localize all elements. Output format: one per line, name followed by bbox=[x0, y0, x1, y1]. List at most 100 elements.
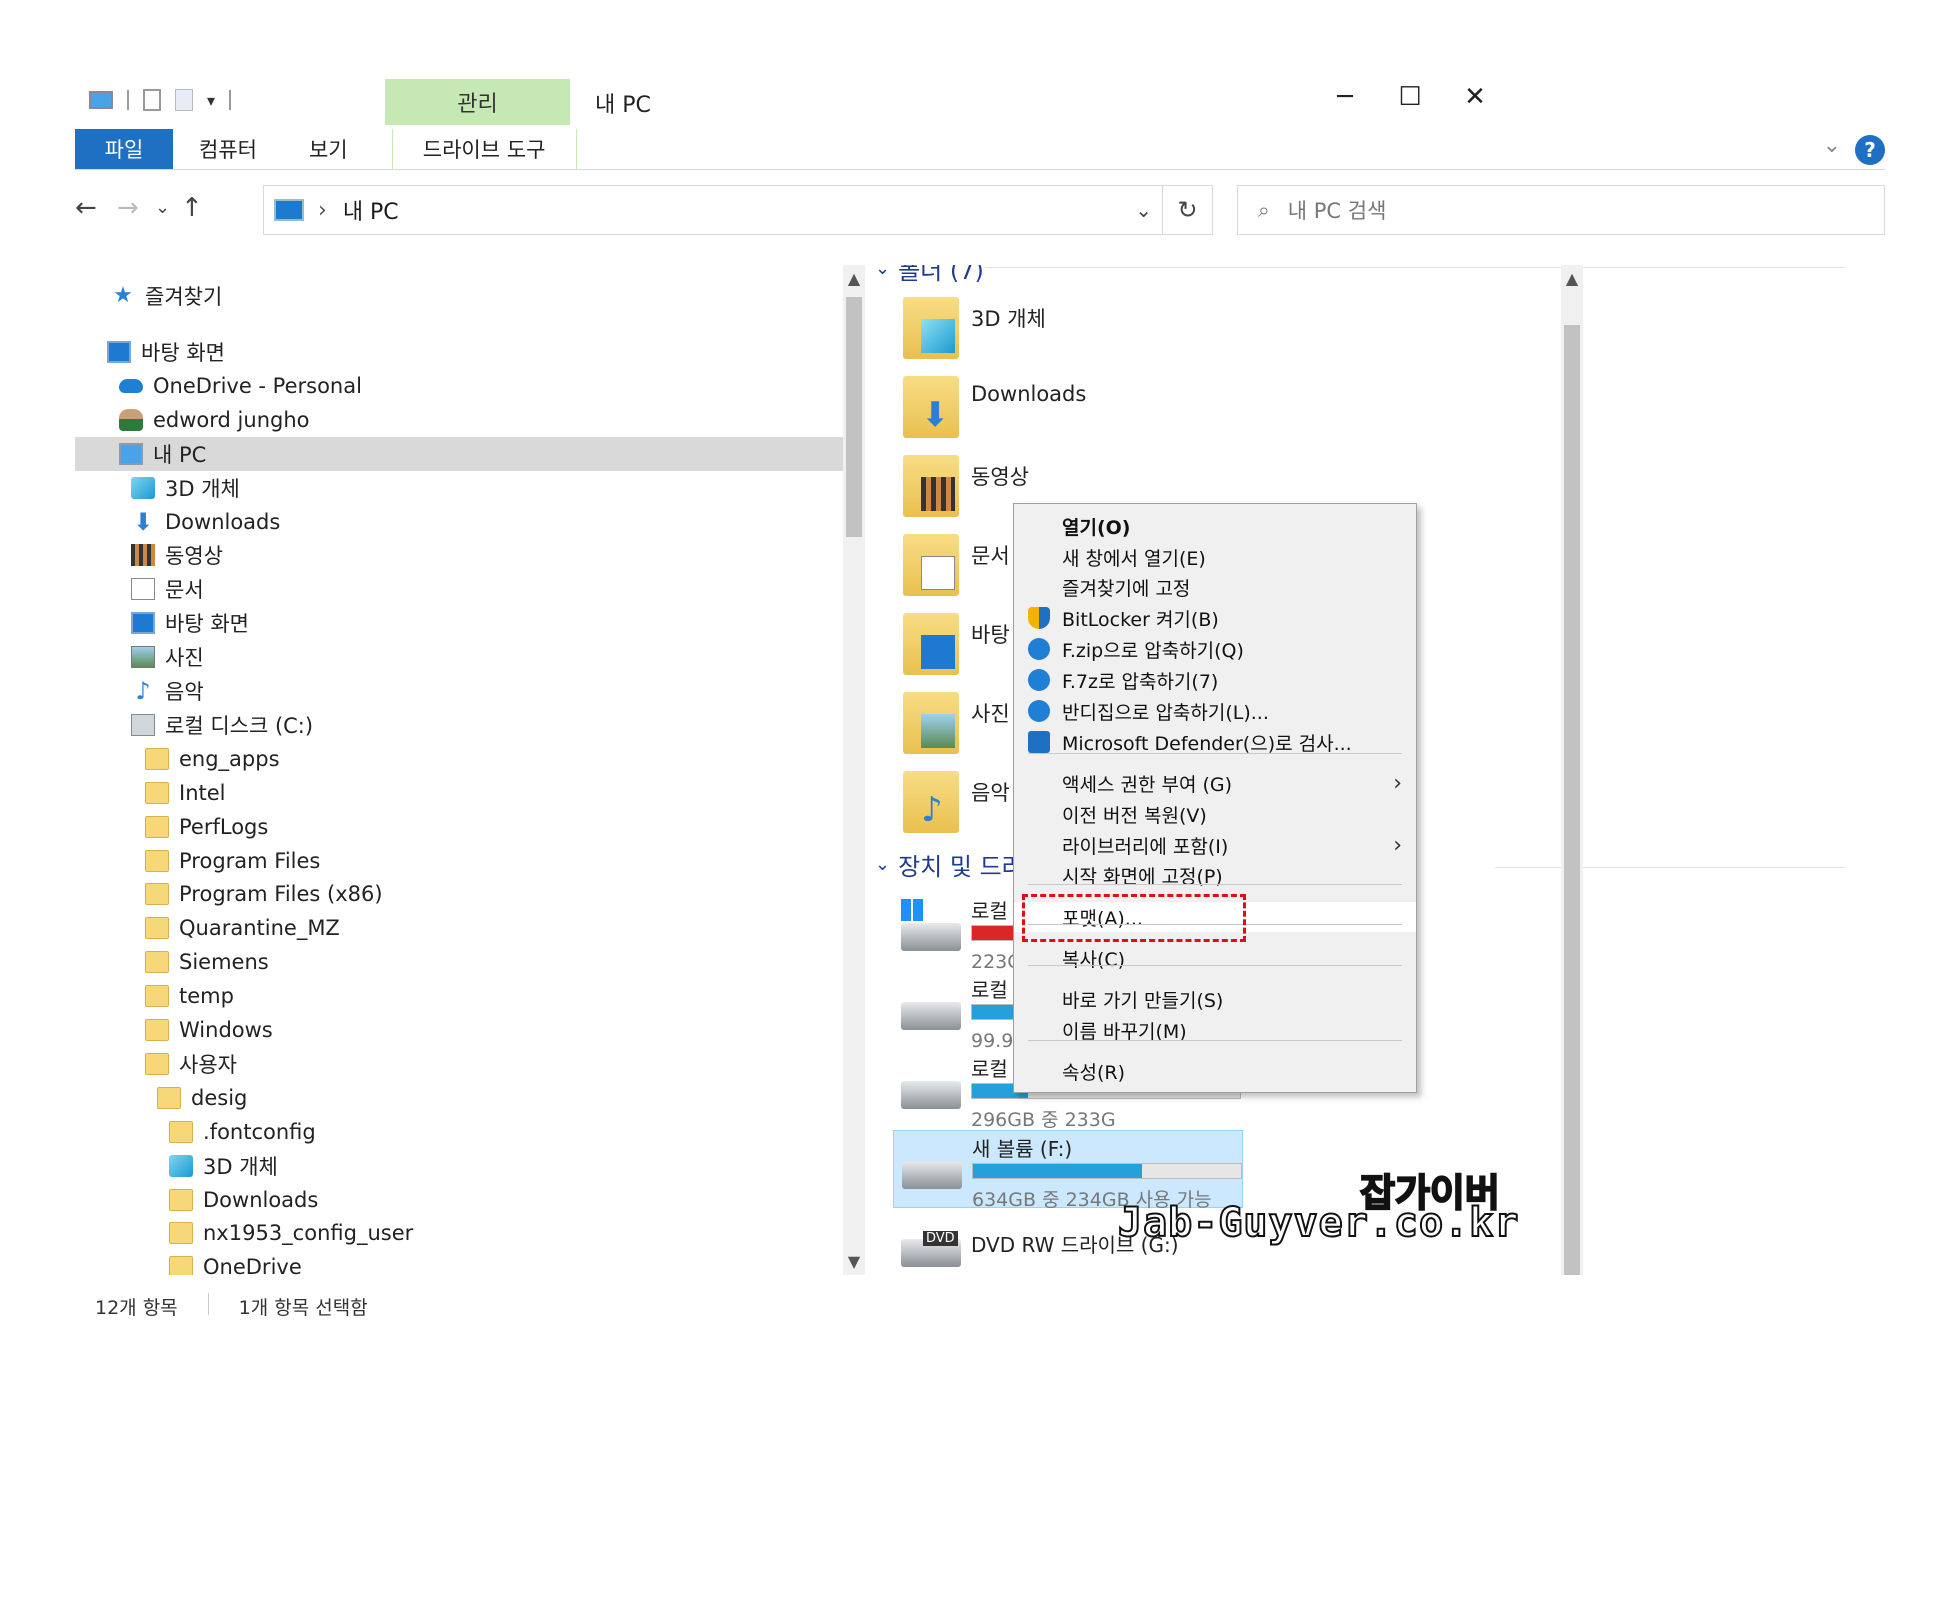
scrollbar-thumb[interactable] bbox=[846, 297, 862, 537]
pc-icon[interactable] bbox=[89, 91, 113, 109]
address-bar[interactable]: › 내 PC ⌄ bbox=[263, 185, 1163, 235]
scroll-up-icon[interactable]: ▲ bbox=[843, 269, 865, 288]
properties-icon[interactable] bbox=[143, 89, 161, 111]
tree-item[interactable]: 내 PC bbox=[75, 436, 845, 471]
tree-item[interactable]: edword jungho bbox=[75, 403, 845, 437]
minimize-button[interactable]: ─ bbox=[1315, 79, 1375, 115]
create-shortcut-menu-item[interactable]: 바로 가기 만들기(S) bbox=[1014, 984, 1416, 1014]
folder-icon bbox=[145, 849, 169, 872]
7z-compress-menu-item[interactable]: F.7z로 압축하기(7) bbox=[1014, 665, 1416, 695]
folder-name: 문서 bbox=[971, 544, 1010, 568]
tree-item[interactable]: Siemens bbox=[75, 945, 845, 979]
tree-item-label: OneDrive bbox=[203, 1255, 302, 1275]
tree-item[interactable]: .fontconfig bbox=[75, 1115, 845, 1149]
chevron-down-icon[interactable]: ⌄ bbox=[875, 854, 890, 875]
folder-icon bbox=[145, 951, 169, 974]
tree-item[interactable]: Program Files bbox=[75, 844, 845, 878]
menu-item-label: 이전 버전 복원(V) bbox=[1062, 804, 1207, 827]
search-input[interactable]: ⌕ 내 PC 검색 bbox=[1237, 185, 1885, 235]
divider bbox=[75, 169, 1885, 170]
refresh-button[interactable]: ↻ bbox=[1163, 185, 1213, 235]
breadcrumb-chevron-icon[interactable]: › bbox=[318, 198, 327, 223]
tree-item[interactable]: Program Files (x86) bbox=[75, 877, 845, 911]
tree-item[interactable]: temp bbox=[75, 979, 845, 1013]
download-icon: ⬇ bbox=[132, 507, 154, 536]
up-button[interactable]: ↑ bbox=[181, 193, 203, 223]
tree-item[interactable]: eng_apps bbox=[75, 742, 845, 776]
tree-item[interactable]: 바탕 화면 bbox=[75, 335, 845, 369]
scroll-up-icon[interactable]: ▲ bbox=[1561, 269, 1583, 288]
maximize-button[interactable]: ☐ bbox=[1380, 79, 1440, 115]
tree-item[interactable]: ★ 즐겨찾기 bbox=[75, 279, 845, 313]
tab-file[interactable]: 파일 bbox=[75, 129, 173, 169]
include-library-menu-item[interactable]: 라이브러리에 포함(I) › bbox=[1014, 830, 1416, 860]
give-access-menu-item[interactable]: 액세스 권한 부여 (G) › bbox=[1014, 768, 1416, 798]
ribbon-expand-icon[interactable]: ⌄ bbox=[1823, 133, 1841, 158]
open-new-window-menu-item[interactable]: 새 창에서 열기(E) bbox=[1014, 542, 1416, 572]
tree-item[interactable]: Intel bbox=[75, 776, 845, 810]
tree-item[interactable]: Downloads bbox=[75, 1183, 845, 1217]
breadcrumb[interactable]: 내 PC bbox=[343, 194, 399, 226]
folder-item[interactable]: ⬇ Downloads bbox=[903, 376, 1303, 452]
folder-icon bbox=[169, 1256, 193, 1275]
nav-pane-scrollbar[interactable]: ▲ ▼ bbox=[843, 265, 865, 1275]
folder-overlay-icon bbox=[921, 714, 955, 748]
forward-button[interactable]: → bbox=[117, 193, 139, 223]
tree-item[interactable]: desig bbox=[75, 1081, 845, 1115]
pin-start-menu-item[interactable]: 시작 화면에 고정(P) bbox=[1014, 860, 1416, 890]
desktop-icon bbox=[131, 612, 155, 635]
pin-quick-access-menu-item[interactable]: 즐겨찾기에 고정 bbox=[1014, 572, 1416, 602]
restore-versions-menu-item[interactable]: 이전 버전 복원(V) bbox=[1014, 799, 1416, 829]
menu-separator bbox=[1028, 965, 1402, 966]
zip-compress-menu-item[interactable]: F.zip으로 압축하기(Q) bbox=[1014, 634, 1416, 664]
drive-free-space: 296GB 중 233G bbox=[971, 1109, 1116, 1131]
drive-item[interactable]: 새 볼륨 (F:) 634GB 중 234GB 사용 가능 bbox=[893, 1130, 1243, 1211]
close-button[interactable]: ✕ bbox=[1445, 79, 1505, 115]
folder-item[interactable]: 3D 개체 bbox=[903, 297, 1303, 373]
chevron-down-icon[interactable]: ⌄ bbox=[1135, 198, 1152, 222]
tree-item[interactable]: Quarantine_MZ bbox=[75, 911, 845, 945]
tab-computer[interactable]: 컴퓨터 bbox=[173, 129, 283, 169]
hard-drive-icon bbox=[901, 1002, 961, 1030]
tree-item[interactable]: 동영상 bbox=[75, 538, 845, 572]
help-icon[interactable]: ? bbox=[1855, 135, 1885, 165]
bandizip-compress-menu-item[interactable]: 반디집으로 압축하기(L)... bbox=[1014, 696, 1416, 726]
folders-group-header[interactable]: ⌄ 폴더 (7) bbox=[875, 265, 984, 286]
navigation-pane[interactable]: ★ 즐겨찾기 바탕 화면 OneDrive - Personal edword jung… bbox=[75, 265, 845, 1275]
tree-item-label: Intel bbox=[179, 780, 226, 805]
tree-item[interactable]: 문서 bbox=[75, 572, 845, 606]
content-scrollbar[interactable]: ▲ bbox=[1561, 265, 1583, 1275]
tree-item[interactable]: PerfLogs bbox=[75, 810, 845, 844]
properties-menu-item[interactable]: 속성(R) bbox=[1014, 1056, 1416, 1086]
customize-qat-icon[interactable]: ▾ bbox=[207, 91, 215, 110]
tree-item[interactable]: 사진 bbox=[75, 640, 845, 674]
tree-item[interactable]: ♪ 음악 bbox=[75, 674, 845, 708]
new-folder-icon[interactable] bbox=[175, 89, 193, 111]
menu-item-label: 액세스 권한 부여 (G) bbox=[1062, 773, 1233, 796]
tab-view[interactable]: 보기 bbox=[283, 129, 374, 169]
bitlocker-menu-item[interactable]: BitLocker 켜기(B) bbox=[1014, 603, 1416, 633]
manage-context-header: 관리 bbox=[385, 79, 570, 125]
tree-item[interactable]: 3D 개체 bbox=[75, 471, 845, 505]
tree-item[interactable]: ⬇ Downloads bbox=[75, 505, 845, 539]
drive-usage-fill bbox=[973, 1164, 1142, 1178]
tree-item[interactable]: OneDrive - Personal bbox=[75, 369, 845, 403]
desktop-icon bbox=[107, 341, 131, 363]
copy-menu-item[interactable]: 복사(C) bbox=[1014, 943, 1416, 973]
tree-item-label: 문서 bbox=[165, 578, 204, 603]
tree-item[interactable]: 로컬 디스크 (C:) bbox=[75, 708, 845, 742]
back-button[interactable]: ← bbox=[75, 193, 97, 223]
scroll-down-icon[interactable]: ▼ bbox=[843, 1252, 865, 1271]
submenu-arrow-icon: › bbox=[1393, 832, 1402, 858]
chevron-down-icon[interactable]: ⌄ bbox=[875, 265, 890, 279]
open-menu-item[interactable]: 열기(O) bbox=[1014, 511, 1416, 541]
tree-item[interactable]: 3D 개체 bbox=[75, 1149, 845, 1183]
tree-item[interactable]: nx1953_config_user bbox=[75, 1216, 845, 1250]
recent-locations-button[interactable]: ⌄ bbox=[155, 197, 170, 218]
tree-item[interactable]: 바탕 화면 bbox=[75, 606, 845, 640]
tree-item[interactable]: 사용자 bbox=[75, 1047, 845, 1081]
tree-item[interactable]: OneDrive bbox=[75, 1250, 845, 1275]
scrollbar-thumb[interactable] bbox=[1564, 325, 1580, 1275]
tree-item[interactable]: Windows bbox=[75, 1013, 845, 1047]
tab-drive-tools[interactable]: 드라이브 도구 bbox=[391, 129, 577, 169]
